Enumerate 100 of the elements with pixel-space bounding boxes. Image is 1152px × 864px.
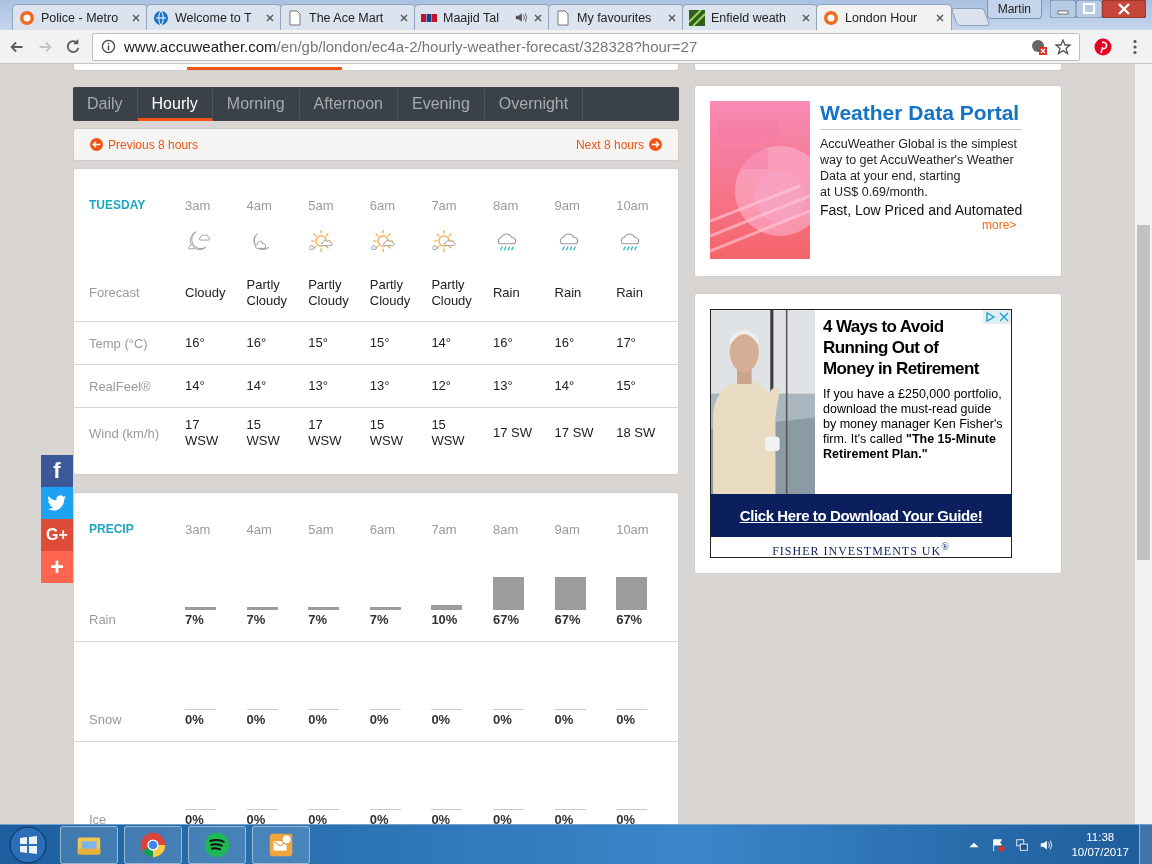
forecast-text: Partly Cloudy	[308, 276, 350, 309]
row-label: Temp (°C)	[89, 335, 149, 351]
realfeel-value: 15°	[616, 378, 637, 394]
address-bar[interactable]: www.accuweather.com/en/gb/london/ec4a-2/hourly-weather-forecast/328328?hour=27	[92, 32, 1080, 61]
precip-value: 0%	[369, 712, 390, 727]
forecast-text: Rain	[554, 284, 583, 301]
ad-text: If you have a £250,000 portfolio, download the must-read guide by money manager Ken Fisher's firm. It's called "The 15-Minute Retirement Plan."	[823, 387, 1004, 462]
temperature-value: 15°	[369, 335, 391, 351]
realfeel-value: 12°	[431, 378, 453, 394]
precip-heading: PRECIP	[89, 522, 135, 536]
hour-label: 3am	[185, 197, 212, 213]
facebook-share-button[interactable]: f	[41, 455, 73, 487]
wind-value: 17 SW	[554, 425, 595, 441]
realfeel-value: 13°	[369, 378, 391, 394]
precip-value: 10%	[431, 612, 459, 627]
precip-value: 7%	[369, 612, 390, 627]
tab-title: Police - Metro	[41, 10, 120, 25]
view-tab[interactable]: Hourly	[137, 87, 213, 121]
profile-button[interactable]: Martin	[986, 0, 1042, 19]
browser-tab[interactable]: Welcome to T	[146, 4, 282, 30]
view-tab[interactable]: Overnight	[484, 87, 584, 121]
precip-value: 0%	[431, 712, 452, 727]
realfeel-value: 14°	[246, 378, 268, 394]
hour-label: 9am	[554, 197, 581, 213]
time-text: 11:38	[1086, 829, 1115, 845]
view-tab[interactable]: Afternoon	[299, 87, 398, 121]
precip-value: 7%	[246, 612, 267, 627]
precip-value: 67%	[616, 612, 644, 627]
view-tab[interactable]: Evening	[398, 87, 485, 121]
ad-headline: 4 Ways to Avoid Running Out of Money in Retirement	[823, 316, 981, 379]
clock[interactable]: 11:38 10/07/2017	[1071, 829, 1129, 860]
precip-value: 0%	[246, 812, 267, 824]
precip-value: 0%	[492, 812, 513, 824]
precip-value: 0%	[246, 712, 267, 727]
tab-title: Welcome to T	[175, 10, 253, 25]
temperature-value: 16°	[554, 335, 576, 351]
precip-value: 0%	[616, 712, 636, 727]
hour-label: 10am	[616, 521, 650, 537]
googleplus-share-button[interactable]: G+	[41, 519, 73, 551]
temperature-value: 16°	[185, 335, 206, 351]
realfeel-value: 14°	[554, 378, 576, 394]
forecast-text: Partly Cloudy	[431, 276, 473, 309]
row-label: Rain	[89, 612, 117, 627]
tab-title: The Ace Mart	[309, 10, 385, 25]
hour-label: 8am	[492, 521, 520, 537]
brand-name: FISHER INVESTMENTS UK$^{®}$	[771, 540, 951, 557]
tab-title: London Hour	[845, 10, 919, 25]
browser-tab[interactable]: The Ace Mart	[280, 4, 416, 30]
precip-value: 0%	[616, 812, 636, 824]
row-label: Ice	[89, 812, 108, 824]
precip-value: 0%	[185, 712, 205, 727]
download-guide-link[interactable]: Click Here to Download Your Guide!	[711, 494, 1011, 537]
wind-value: 18 SW	[616, 425, 657, 441]
ad-tagline: Fast, Low Priced and Automated	[820, 202, 1023, 218]
precip-value: 67%	[492, 612, 520, 627]
url-text: www.accuweather.com/en/gb/london/ec4a-2/hourly-weather-forecast/328328?hour=27	[124, 38, 698, 55]
hour-label: 4am	[246, 521, 273, 537]
hour-label: 6am	[369, 521, 397, 537]
browser-tab[interactable]: London Hour	[816, 4, 952, 30]
wind-value: 15 WSW	[369, 417, 404, 449]
day-heading: TUESDAY	[89, 198, 147, 212]
hour-label: 3am	[185, 521, 212, 537]
browser-tab[interactable]: Police - Metro	[12, 4, 148, 30]
wind-value: 15 WSW	[431, 417, 466, 449]
browser-tab[interactable]: Enfield weath	[682, 4, 818, 30]
precip-value: 0%	[308, 712, 328, 727]
forecast-text: Rain	[492, 284, 521, 301]
hour-label: 6am	[369, 197, 397, 213]
temperature-value: 16°	[246, 335, 268, 351]
precip-value: 0%	[369, 812, 390, 824]
realfeel-value: 14°	[185, 378, 206, 394]
row-label: RealFeel®	[89, 378, 152, 394]
hour-label: 10am	[616, 197, 650, 213]
hour-label: 8am	[492, 197, 520, 213]
precip-value: 0%	[308, 812, 328, 824]
view-tab[interactable]: Morning	[212, 87, 300, 121]
realfeel-value: 13°	[308, 378, 329, 394]
ad-title: Weather Data Portal	[820, 101, 1023, 130]
hour-label: 4am	[246, 197, 273, 213]
browser-tab[interactable]: My favourites	[548, 4, 684, 30]
row-label: Wind (km/h)	[89, 425, 161, 441]
temperature-value: 17°	[616, 335, 637, 351]
row-label: Snow	[89, 712, 123, 727]
temperature-value: 15°	[308, 335, 329, 351]
browser-tab[interactable]: Maajid Tal	[414, 4, 550, 30]
date-text: 10/07/2017	[1071, 844, 1129, 860]
hour-label: 7am	[431, 521, 458, 537]
row-label: Forecast	[89, 285, 141, 300]
forecast-text: Cloudy	[185, 284, 227, 301]
tab-title: My favourites	[577, 10, 653, 25]
precip-value: 0%	[431, 812, 452, 824]
hour-label: 9am	[554, 521, 581, 537]
precip-value: 0%	[492, 712, 513, 727]
precip-value: 7%	[185, 612, 205, 627]
forecast-text: Rain	[616, 284, 644, 301]
view-tab[interactable]: Daily	[73, 87, 138, 121]
ad-text: AccuWeather Global is the simplest way to get AccuWeather's Weather Data at your end, starting at US$ 0.69/month.	[820, 136, 1019, 200]
precip-value: 0%	[554, 812, 575, 824]
precip-value: 67%	[554, 612, 582, 627]
hour-label: 5am	[308, 197, 335, 213]
